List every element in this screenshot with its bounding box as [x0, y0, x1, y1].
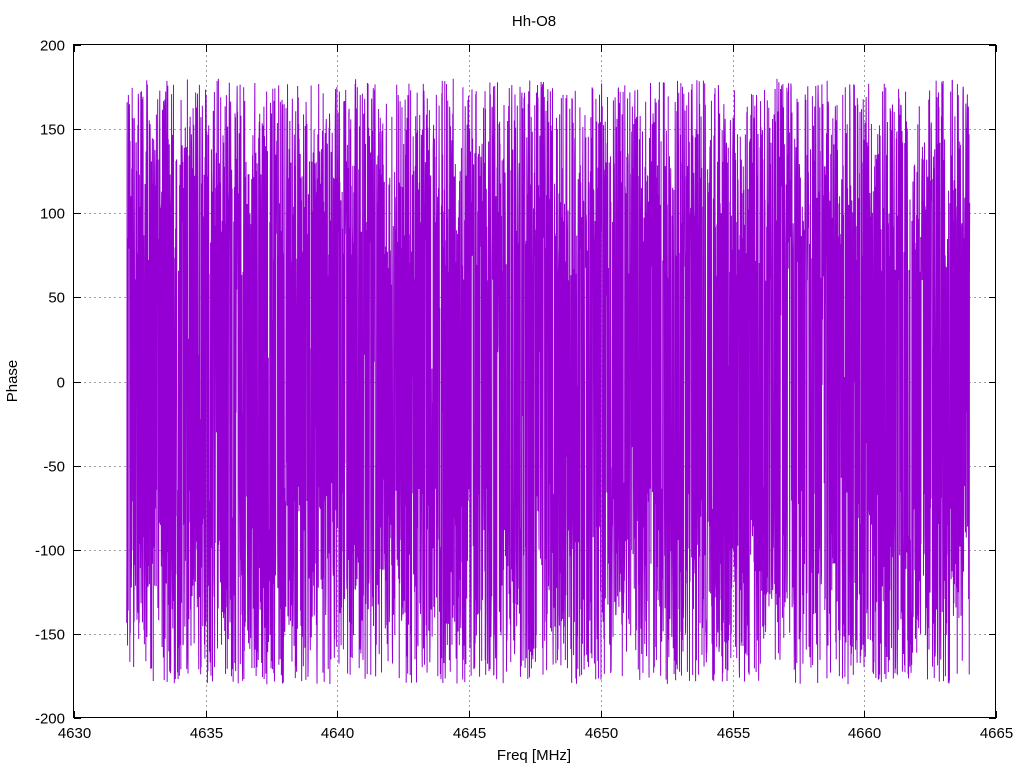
phase-chart: Hh-O8 4630 4635 4640 4645 4650 4655 4660 4665 2… — [4, 13, 1013, 764]
x-tick-label: 4630 — [58, 725, 91, 742]
y-tick-label: 0 — [57, 375, 65, 392]
x-tick-label: 4635 — [190, 725, 223, 742]
x-tick-label: 4650 — [585, 725, 618, 742]
x-axis-label: Freq [MHz] — [497, 747, 571, 764]
series-phase — [126, 78, 971, 685]
x-tick-labels: 4630 4635 4640 4645 4650 4655 4660 4665 — [58, 725, 1013, 742]
phase-trace — [126, 78, 971, 685]
x-tick-label: 4645 — [453, 725, 486, 742]
y-tick-label: -50 — [43, 459, 65, 476]
chart-title: Hh-O8 — [512, 13, 556, 30]
y-tick-label: 50 — [48, 290, 65, 307]
y-tick-label: -150 — [35, 627, 65, 644]
y-tick-label: -100 — [35, 543, 65, 560]
y-tick-label: 150 — [40, 122, 65, 139]
y-tick-labels: 200 150 100 50 0 -50 -100 -150 -200 — [35, 38, 65, 728]
x-tick-label: 4655 — [717, 725, 750, 742]
y-tick-label: -200 — [35, 711, 65, 728]
y-axis-label: Phase — [4, 360, 21, 403]
x-tick-label: 4640 — [321, 725, 354, 742]
y-tick-label: 200 — [40, 38, 65, 55]
y-tick-label: 100 — [40, 206, 65, 223]
x-tick-label: 4660 — [848, 725, 881, 742]
x-tick-label: 4665 — [980, 725, 1013, 742]
